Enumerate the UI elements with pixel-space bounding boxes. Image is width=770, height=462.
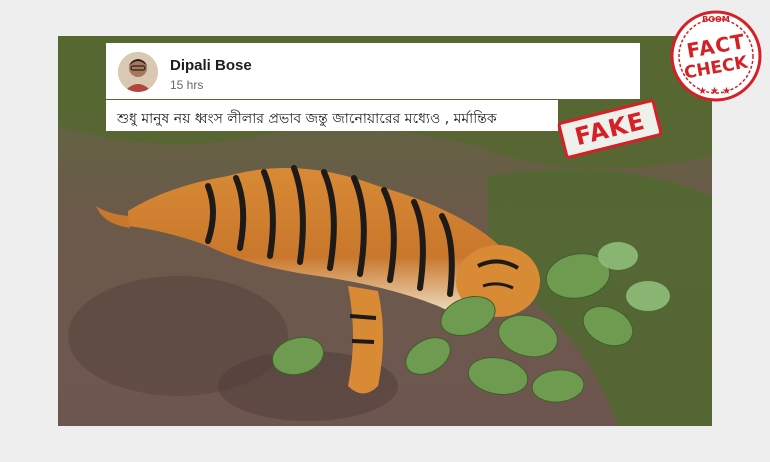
badge-brand: BOOM [702,15,730,24]
post-header: Dipali Bose 15 hrs [106,43,640,99]
caption-band: শুধু মানুষ নয় ধ্বংস লীলার প্রভাব জন্তু … [106,100,558,131]
fact-check-badge: BOOM FACT CHECK ★★★ [668,8,764,104]
post-caption: শুধু মানুষ নয় ধ্বংস লীলার প্রভাব জন্তু … [117,111,497,127]
badge-stars: ★★★ [698,86,734,97]
post-timestamp[interactable]: 15 hrs [170,78,203,92]
avatar-image [118,52,158,92]
author-name[interactable]: Dipali Bose [170,57,252,74]
avatar[interactable] [118,52,158,92]
